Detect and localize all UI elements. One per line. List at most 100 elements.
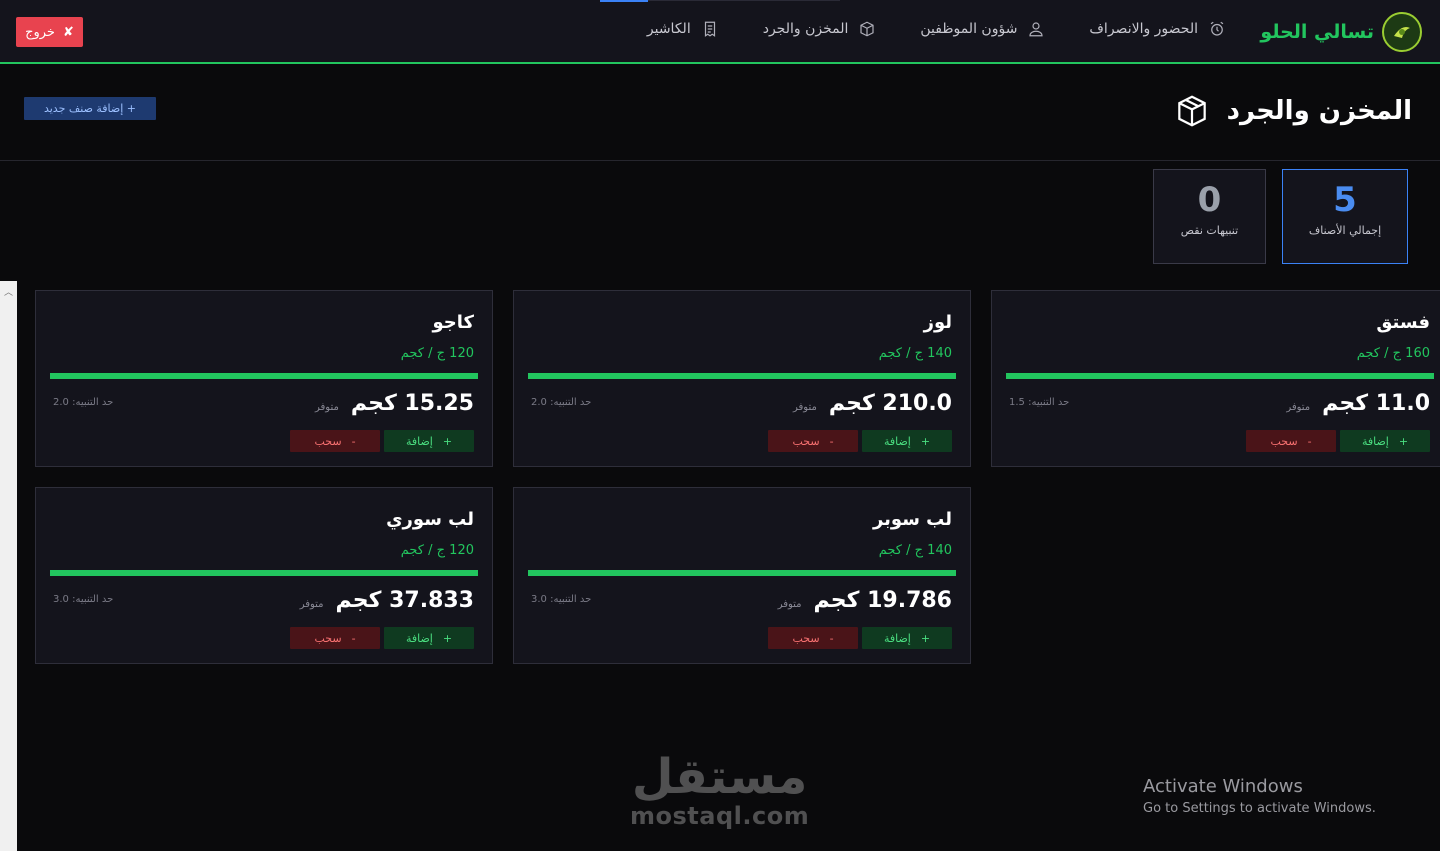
page-title: المخزن والجرد — [1226, 96, 1412, 126]
main-nav: الحضور والانصراف شؤون الموظفين المخزن وا… — [647, 20, 1226, 38]
stat-label: تنبيهات نقص — [1180, 224, 1239, 237]
brand-name: تسالي الحلو — [1260, 21, 1374, 43]
stock-level-bar — [50, 373, 478, 379]
product-price: 160 ج / كجم — [1356, 346, 1430, 361]
product-name: لب سوبر — [872, 509, 952, 530]
activation-subtitle: Go to Settings to activate Windows. — [1143, 801, 1376, 816]
stock-quantity: 19.786 كجم متوفر — [778, 588, 952, 613]
nav-item-attendance[interactable]: الحضور والانصراف — [1089, 20, 1226, 38]
stock-level-bar — [528, 570, 956, 576]
page-header: المخزن والجرد إضافة صنف جديد + — [0, 66, 1440, 161]
page-title-group: المخزن والجرد — [1173, 92, 1412, 130]
product-card: لب سوبر 140 ج / كجم 19.786 كجم متوفر حد … — [513, 487, 971, 664]
nav-item-inventory[interactable]: المخزن والجرد — [763, 20, 877, 38]
alert-threshold: حد التنبيه: 2.0 — [531, 397, 592, 408]
availability-label: متوفر — [793, 402, 817, 413]
stock-level-bar — [50, 570, 478, 576]
add-stock-button[interactable]: إضافة + — [862, 430, 952, 452]
quantity-value: 37.833 كجم — [335, 588, 474, 613]
add-stock-button[interactable]: إضافة + — [384, 627, 474, 649]
quantity-value: 210.0 كجم — [828, 391, 952, 416]
withdraw-stock-button[interactable]: سحب - — [1246, 430, 1336, 452]
receipt-icon — [704, 21, 715, 37]
availability-label: متوفر — [777, 599, 802, 610]
product-card: لوز 140 ج / كجم 210.0 كجم متوفر حد التنب… — [513, 290, 971, 467]
stat-value: 0 — [1197, 180, 1222, 220]
button-label: سحب — [314, 631, 342, 645]
nav-active-indicator — [600, 0, 648, 2]
nav-item-label: المخزن والجرد — [762, 21, 849, 37]
minus-icon: - — [829, 631, 834, 645]
stock-quantity: 37.833 كجم متوفر — [300, 588, 474, 613]
alert-threshold: حد التنبيه: 3.0 — [53, 594, 114, 605]
add-item-button[interactable]: إضافة صنف جديد + — [24, 97, 156, 120]
stat-shortage-alerts: 0 تنبيهات نقص — [1153, 169, 1266, 264]
button-label: إضافة — [405, 434, 433, 448]
stat-total-items: 5 إجمالي الأصناف — [1282, 169, 1408, 264]
product-price: 120 ج / كجم — [400, 543, 474, 558]
alarm-clock-icon — [1210, 21, 1224, 36]
product-card: لب سوري 120 ج / كجم 37.833 كجم متوفر حد … — [35, 487, 493, 664]
product-name: لوز — [923, 312, 952, 333]
stat-label: إجمالي الأصناف — [1308, 224, 1382, 237]
logout-label: خروج — [25, 24, 55, 40]
button-label: إضافة — [883, 434, 911, 448]
watermark-url: mostaql.com — [630, 802, 810, 830]
quantity-value: 15.25 كجم — [350, 391, 474, 416]
product-card: كاجو 120 ج / كجم 15.25 كجم متوفر حد التن… — [35, 290, 493, 467]
button-label: إضافة — [883, 631, 911, 645]
box-icon — [860, 21, 874, 37]
withdraw-stock-button[interactable]: سحب - — [290, 627, 380, 649]
withdraw-stock-button[interactable]: سحب - — [768, 627, 858, 649]
top-navigation-bar: تسالي الحلو الحضور والانصراف شؤون الموظف… — [0, 0, 1440, 64]
close-icon: ✘ — [62, 24, 74, 40]
scroll-up-icon[interactable]: ︿ — [4, 285, 13, 298]
availability-label: متوفر — [299, 599, 324, 610]
activation-title: Activate Windows — [1143, 776, 1303, 797]
box-icon — [1177, 95, 1206, 127]
minus-icon: - — [829, 434, 834, 448]
stock-level-bar — [1006, 373, 1434, 379]
windows-activation-notice: Activate Windows Go to Settings to activ… — [1143, 776, 1376, 816]
watermark-arabic: مستقل — [631, 749, 808, 805]
button-label: سحب — [1270, 434, 1298, 448]
plus-icon: + — [920, 434, 931, 448]
alert-threshold: حد التنبيه: 3.0 — [531, 594, 592, 605]
plus-icon: + — [442, 631, 453, 645]
product-name: فستق — [1376, 312, 1430, 333]
alert-threshold: حد التنبيه: 2.0 — [53, 397, 114, 408]
nav-item-label: شؤون الموظفين — [920, 21, 1018, 37]
scrollbar[interactable]: ︿ — [0, 281, 17, 851]
availability-label: متوفر — [315, 402, 339, 413]
availability-label: متوفر — [1286, 402, 1311, 413]
plus-icon: + — [442, 434, 453, 448]
brand[interactable]: تسالي الحلو — [1260, 12, 1422, 52]
button-label: سحب — [792, 631, 820, 645]
nav-item-label: الكاشير — [646, 21, 691, 37]
button-label: إضافة — [405, 631, 433, 645]
add-stock-button[interactable]: إضافة + — [862, 627, 952, 649]
mostaql-watermark: مستقل mostaql.com — [630, 752, 809, 830]
nav-indicator-track — [648, 0, 840, 1]
stat-value: 5 — [1333, 180, 1357, 220]
quantity-value: 19.786 كجم — [813, 588, 952, 613]
withdraw-stock-button[interactable]: سحب - — [290, 430, 380, 452]
quantity-value: 11.0 كجم — [1322, 391, 1430, 416]
plus-icon: + — [920, 631, 931, 645]
nav-item-label: الحضور والانصراف — [1089, 21, 1198, 37]
logout-button[interactable]: خروج ✘ — [16, 17, 83, 47]
nav-item-employees[interactable]: شؤون الموظفين — [920, 20, 1045, 38]
product-price: 120 ج / كجم — [400, 346, 474, 361]
add-stock-button[interactable]: إضافة + — [1340, 430, 1430, 452]
stock-level-bar — [528, 373, 956, 379]
nav-item-cashier[interactable]: الكاشير — [647, 20, 719, 38]
add-stock-button[interactable]: إضافة + — [384, 430, 474, 452]
user-icon — [1029, 22, 1044, 37]
stock-quantity: 210.0 كجم متوفر — [793, 391, 952, 416]
plus-icon: + — [1398, 434, 1409, 448]
button-label: إضافة — [1361, 434, 1389, 448]
alert-threshold: حد التنبيه: 1.5 — [1009, 397, 1070, 408]
withdraw-stock-button[interactable]: سحب - — [768, 430, 858, 452]
product-name: كاجو — [432, 312, 474, 333]
product-name: لب سوري — [386, 509, 474, 530]
